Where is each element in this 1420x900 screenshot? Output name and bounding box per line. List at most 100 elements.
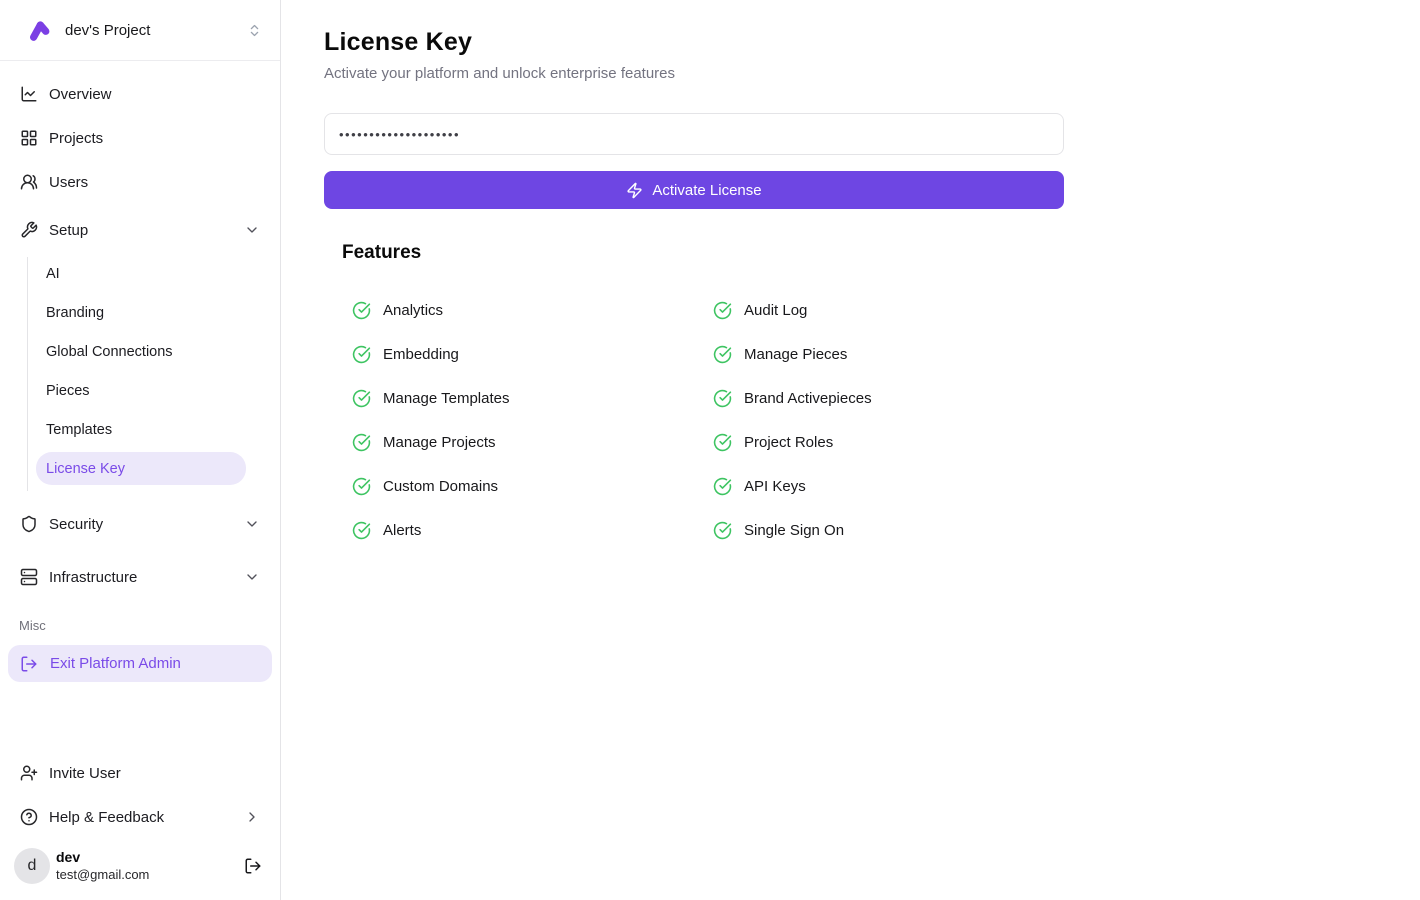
feature-audit-log: Audit Log — [703, 300, 1064, 320]
sidebar-item-label: Overview — [49, 86, 112, 103]
user-meta: dev test@gmail.com — [56, 849, 149, 883]
feature-label: Manage Templates — [383, 390, 509, 407]
page-title: License Key — [324, 28, 1420, 57]
feature-project-roles: Project Roles — [703, 432, 1064, 452]
sidebar-item-pieces[interactable]: Pieces — [36, 374, 246, 407]
sidebar-item-label: Setup — [49, 222, 88, 239]
sidebar-item-templates[interactable]: Templates — [36, 413, 246, 446]
check-circle-icon — [352, 389, 371, 408]
sidebar-item-projects[interactable]: Projects — [8, 119, 272, 157]
help-feedback-label: Help & Feedback — [49, 809, 164, 826]
feature-alerts: Alerts — [342, 520, 703, 540]
feature-label: Manage Projects — [383, 434, 496, 451]
feature-label: Custom Domains — [383, 478, 498, 495]
feature-analytics: Analytics — [342, 300, 703, 320]
sidebar-item-label: Global Connections — [46, 344, 173, 360]
feature-label: Embedding — [383, 346, 459, 363]
project-name: dev's Project — [65, 22, 150, 39]
user-name: dev — [56, 849, 149, 867]
feature-manage-projects: Manage Projects — [342, 432, 703, 452]
feature-api-keys: API Keys — [703, 476, 1064, 496]
feature-label: Audit Log — [744, 302, 807, 319]
features-section: Features Analytics Audit Log Embedding M… — [342, 242, 1420, 540]
check-circle-icon — [352, 521, 371, 540]
sidebar-nav: Overview Projects Users Setup AI Brandin… — [0, 61, 280, 682]
sidebar-item-users[interactable]: Users — [8, 163, 272, 201]
sidebar-item-label: License Key — [46, 461, 125, 477]
feature-label: Brand Activepieces — [744, 390, 872, 407]
exit-platform-admin-label: Exit Platform Admin — [50, 655, 181, 672]
sidebar-bottom: Invite User Help & Feedback d dev test@g… — [0, 754, 280, 900]
sidebar-item-label: Templates — [46, 422, 112, 438]
server-icon — [20, 568, 38, 586]
features-title: Features — [342, 242, 1420, 264]
invite-user-label: Invite User — [49, 765, 121, 782]
sidebar-item-label: Branding — [46, 305, 104, 321]
sidebar-item-ai[interactable]: AI — [36, 257, 246, 290]
check-circle-icon — [713, 477, 732, 496]
project-selector[interactable]: dev's Project — [0, 0, 280, 61]
feature-manage-pieces: Manage Pieces — [703, 344, 1064, 364]
activepieces-logo-icon — [26, 17, 53, 44]
sidebar-item-label: Projects — [49, 130, 103, 147]
chevron-right-icon — [244, 809, 260, 825]
feature-label: API Keys — [744, 478, 806, 495]
features-grid: Analytics Audit Log Embedding Manage Pie… — [342, 300, 1064, 540]
zap-icon — [626, 182, 643, 199]
chevron-down-icon — [244, 222, 260, 238]
sidebar-item-security[interactable]: Security — [8, 505, 272, 543]
sidebar-item-label: Pieces — [46, 383, 90, 399]
feature-label: Alerts — [383, 522, 421, 539]
license-key-input[interactable] — [324, 113, 1064, 155]
sidebar-item-label: Users — [49, 174, 88, 191]
sidebar-item-label: Security — [49, 516, 103, 533]
sidebar-item-overview[interactable]: Overview — [8, 75, 272, 113]
sidebar-item-setup[interactable]: Setup — [8, 211, 272, 249]
users-icon — [20, 173, 38, 191]
log-out-icon[interactable] — [244, 857, 262, 875]
check-circle-icon — [352, 433, 371, 452]
log-out-icon — [20, 655, 38, 673]
feature-manage-templates: Manage Templates — [342, 388, 703, 408]
invite-user-button[interactable]: Invite User — [8, 754, 272, 792]
chevron-down-icon — [244, 516, 260, 532]
feature-label: Analytics — [383, 302, 443, 319]
check-circle-icon — [713, 345, 732, 364]
exit-platform-admin-button[interactable]: Exit Platform Admin — [8, 645, 272, 682]
activate-license-button[interactable]: Activate License — [324, 171, 1064, 209]
sidebar-item-branding[interactable]: Branding — [36, 296, 246, 329]
user-profile-row[interactable]: d dev test@gmail.com — [8, 842, 272, 890]
chevron-down-icon — [244, 569, 260, 585]
user-plus-icon — [20, 764, 38, 782]
grid-icon — [20, 129, 38, 147]
shield-icon — [20, 515, 38, 533]
check-circle-icon — [352, 301, 371, 320]
main-content: License Key Activate your platform and u… — [281, 0, 1420, 900]
sidebar-item-infrastructure[interactable]: Infrastructure — [8, 558, 272, 596]
help-feedback-button[interactable]: Help & Feedback — [8, 798, 272, 836]
sidebar-item-global-connections[interactable]: Global Connections — [36, 335, 246, 368]
user-email: test@gmail.com — [56, 867, 149, 883]
setup-sublist: AI Branding Global Connections Pieces Te… — [27, 257, 272, 491]
feature-brand-activepieces: Brand Activepieces — [703, 388, 1064, 408]
chart-line-icon — [20, 85, 38, 103]
check-circle-icon — [352, 345, 371, 364]
page-subtitle: Activate your platform and unlock enterp… — [324, 65, 1420, 82]
feature-single-sign-on: Single Sign On — [703, 520, 1064, 540]
check-circle-icon — [713, 389, 732, 408]
sidebar-item-label: AI — [46, 266, 60, 282]
sidebar-item-label: Infrastructure — [49, 569, 137, 586]
feature-custom-domains: Custom Domains — [342, 476, 703, 496]
wrench-icon — [20, 221, 38, 239]
check-circle-icon — [713, 301, 732, 320]
feature-label: Single Sign On — [744, 522, 844, 539]
sidebar-item-license-key[interactable]: License Key — [36, 452, 246, 485]
help-circle-icon — [20, 808, 38, 826]
feature-label: Project Roles — [744, 434, 833, 451]
check-circle-icon — [352, 477, 371, 496]
activate-license-label: Activate License — [652, 182, 761, 199]
chevrons-up-down-icon[interactable] — [247, 23, 262, 38]
sidebar: dev's Project Overview Projects Users — [0, 0, 281, 900]
check-circle-icon — [713, 433, 732, 452]
feature-label: Manage Pieces — [744, 346, 847, 363]
